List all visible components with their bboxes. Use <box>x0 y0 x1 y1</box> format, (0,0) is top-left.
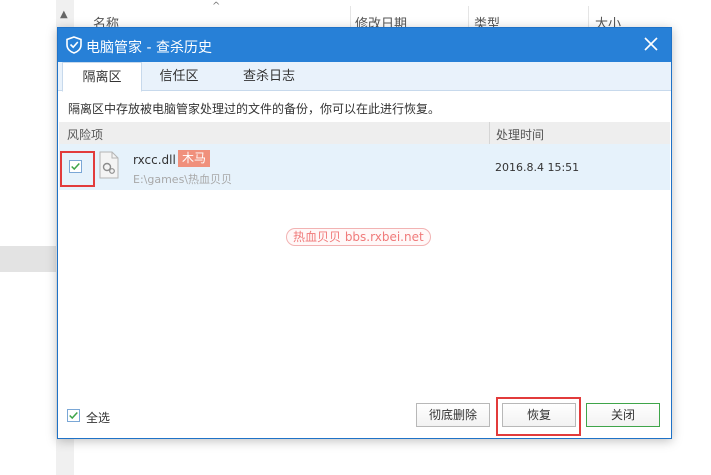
select-all-checkbox[interactable] <box>67 409 80 422</box>
explorer-side-strip <box>0 246 56 272</box>
highlight-box-checkbox <box>60 151 95 187</box>
dialog-title: 电脑管家 - 查杀历史 <box>86 40 212 56</box>
trojan-badge: 木马 <box>178 150 211 167</box>
sort-arrow-icon: ^ <box>212 1 221 12</box>
tab-trusted[interactable]: 信任区 <box>144 62 214 91</box>
watermark: 热血贝贝 bbs.rxbei.net <box>286 228 431 246</box>
delete-permanently-button[interactable]: 彻底删除 <box>416 403 490 427</box>
dll-file-gear-icon <box>99 151 119 179</box>
close-button[interactable]: 关闭 <box>586 403 660 427</box>
close-icon[interactable] <box>641 34 661 54</box>
highlight-box-restore <box>496 397 581 436</box>
column-process-time[interactable]: 处理时间 <box>496 126 544 143</box>
select-all-label[interactable]: 全选 <box>86 409 110 426</box>
quarantine-description: 隔离区中存放被电脑管家处理过的文件的备份，你可以在此进行恢复。 <box>68 102 441 116</box>
file-name: rxcc.dll <box>133 153 176 167</box>
title-bar[interactable]: 电脑管家 - 查杀历史 <box>58 28 671 62</box>
tab-bar: 隔离区 信任区 查杀日志 <box>58 62 671 92</box>
scan-history-dialog: 电脑管家 - 查杀历史 隔离区 信任区 查杀日志 隔离区中存放被电脑管家处理过的… <box>57 27 672 439</box>
checkmark-icon <box>69 412 78 420</box>
shield-logo-icon <box>66 36 82 54</box>
file-path: E:\games\热血贝贝 <box>133 173 233 186</box>
tab-scan-log[interactable]: 查杀日志 <box>224 62 314 91</box>
process-time: 2016.8.4 15:51 <box>495 161 580 174</box>
column-risk-item[interactable]: 风险项 <box>67 126 103 143</box>
scroll-up-arrow-icon[interactable]: ▲ <box>60 9 68 20</box>
list-header: 风险项 处理时间 <box>59 122 670 144</box>
list-item[interactable]: rxcc.dll 木马 E:\games\热血贝贝 2016.8.4 15:51 <box>59 144 670 190</box>
column-separator <box>489 122 490 144</box>
tab-quarantine[interactable]: 隔离区 <box>62 62 142 92</box>
